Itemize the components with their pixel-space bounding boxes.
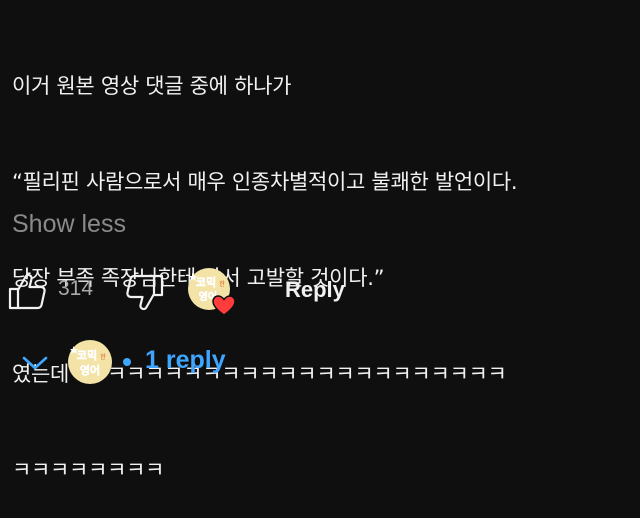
heart-icon xyxy=(212,295,236,316)
dislike-button[interactable] xyxy=(124,272,166,312)
thumbs-down-icon xyxy=(126,274,164,311)
avatar-logo-text-small: 한 xyxy=(100,354,106,361)
creator-heart-badge: 코믹 한 영어 xyxy=(186,266,238,318)
view-replies-button[interactable]: 1 reply xyxy=(145,346,226,375)
replier-avatar: 코믹 한 영어 xyxy=(66,338,114,386)
separator-dot xyxy=(123,358,131,366)
channel-avatar-icon: 코믹 한 영어 xyxy=(68,340,112,384)
comment-action-bar: 314 코믹 한 영어 Reply xyxy=(0,262,640,322)
channel-avatar-icon: 코믹 한 영어 xyxy=(188,268,236,316)
chevron-down-icon xyxy=(22,356,48,370)
avatar-logo-text-top: 코믹 xyxy=(77,348,97,362)
replies-row: 코믹 한 영어 1 reply xyxy=(0,336,640,390)
thumbs-up-icon xyxy=(8,273,46,310)
comment-line: 이거 원본 영상 댓글 중에 하나가 xyxy=(12,74,292,98)
toggle-replies-button[interactable] xyxy=(20,350,50,374)
avatar-logo-text-bottom: 영어 xyxy=(80,363,100,377)
avatar-logo-text-small: 한 xyxy=(219,281,225,288)
comment-line: “필리핀 사람으로서 매우 인종차별적이고 불쾌한 발언이다. xyxy=(12,170,518,194)
comment-line: ㅋㅋㅋㅋㅋㅋㅋㅋ xyxy=(12,458,165,482)
avatar-logo-text-top: 코믹 xyxy=(196,275,216,289)
reply-button[interactable]: Reply xyxy=(285,277,345,303)
like-count: 314 xyxy=(58,277,94,300)
like-button[interactable] xyxy=(6,272,48,312)
show-less-button[interactable]: Show less xyxy=(12,210,126,239)
